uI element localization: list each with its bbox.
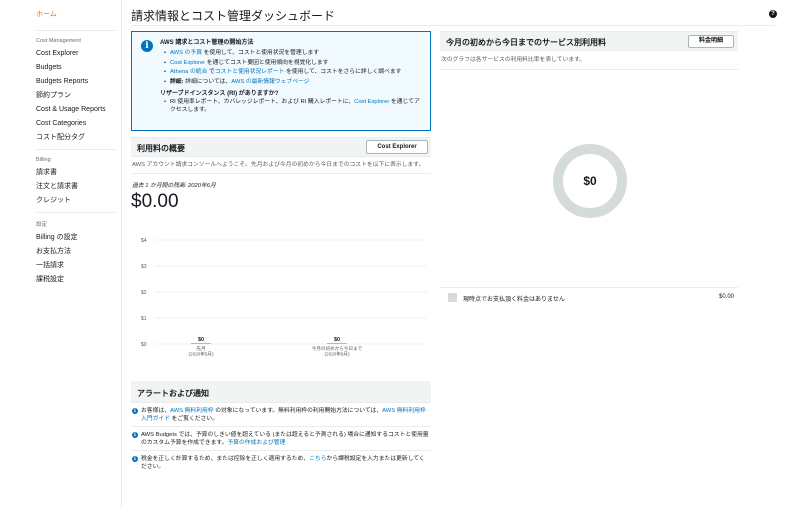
sidebar-item-credits[interactable]: クレジット [0, 194, 121, 208]
legend-swatch [448, 293, 457, 302]
getting-started-info-box: i AWS 請求とコスト管理の開始方法 AWS の予算 を使用して、コストと使用… [131, 31, 431, 131]
ri-heading: リザーブドインスタンス (RI) がありますか? [160, 91, 279, 97]
y-tick-label: $2 [141, 290, 147, 296]
month-balance-amount: $0.00 [131, 191, 179, 212]
service-chart-description: 次のグラフは各サービスの利用料比率を表しています。 [441, 57, 586, 63]
alert-text: の対象になっています。無料利用枠の利用開始方法については、 [213, 408, 383, 414]
legend-label: 現時点でお支払頂く料金はありません [463, 297, 565, 303]
panel-title: アラートおよび通知 [137, 389, 209, 398]
cost-explorer-button[interactable]: Cost Explorer [366, 140, 428, 154]
x-tick-label: (2020年5月) [188, 351, 213, 358]
sidebar-item-tax-settings[interactable]: 課税設定 [0, 273, 121, 287]
cost-usage-report-link[interactable]: コストと使用状況レポート [215, 69, 285, 75]
divider [131, 173, 431, 174]
divider [131, 25, 775, 26]
panel-header: アラートおよび通知 [131, 381, 431, 403]
service-donut-chart: $0 [553, 144, 627, 218]
sidebar-item-consolidated-billing[interactable]: 一括請求 [0, 259, 121, 273]
alert-text: 税金を正しく計算するため、または控除を正しく適用するため、 [141, 456, 310, 462]
alert-text: お客様は、 [141, 408, 170, 414]
sidebar-item-budgets-reports[interactable]: Budgets Reports [0, 75, 121, 89]
list-item-text: を通じてコスト要因と使用傾向を視覚化します [205, 59, 329, 66]
y-tick-label: $3 [141, 264, 147, 270]
list-item-text: を使用して、コストと使用状況を管理します [202, 50, 320, 56]
details-label: 詳細: [170, 78, 184, 85]
info-icon: i [132, 456, 138, 462]
sidebar-item-cost-allocation-tags[interactable]: コスト配分タグ [0, 131, 121, 145]
alerts-panel: アラートおよび通知 i お客様は、AWS 無料利用枠 の対象になっています。無料… [131, 381, 431, 474]
donut-center-value: $0 [583, 174, 597, 188]
whats-new-link[interactable]: AWS の最新情報ウェブページ [231, 79, 309, 85]
alert-item: i 税金を正しく計算するため、または控除を正しく適用するため、こちらから課税設定… [131, 451, 431, 474]
bar-value-label: $0 [334, 337, 340, 343]
alert-text: をご覧ください。 [170, 416, 218, 422]
divider [36, 212, 116, 213]
aws-budgets-link[interactable]: AWS の予算 [170, 50, 202, 56]
alert-item: i お客様は、AWS 無料利用枠 の対象になっています。無料利用枠の利用開始方法… [131, 403, 431, 427]
legend-value: $0.00 [718, 294, 734, 300]
bill-details-button[interactable]: 料金明細 [688, 35, 734, 48]
ri-cost-explorer-link[interactable]: Cost Explorer [354, 99, 389, 105]
list-item: 詳細: 詳細については、AWS の最新情報ウェブページ [164, 78, 422, 88]
sidebar-item-orders-invoices[interactable]: 注文と請求書 [0, 180, 121, 194]
y-tick-label: $1 [141, 316, 147, 322]
bar-value-label: $0 [198, 337, 204, 343]
sidebar-section-cost-management: Cost Management [36, 38, 81, 44]
sidebar-item-billing-preferences[interactable]: Billing の設定 [0, 231, 121, 245]
main-content: 請求情報とコスト管理ダッシュボード ? i AWS 請求とコスト管理の開始方法 … [122, 0, 800, 508]
sidebar-item-cost-categories[interactable]: Cost Categories [0, 117, 121, 131]
panel-title: 利用料の概要 [137, 144, 185, 153]
list-item: Cost Explorer を通じてコスト要因と使用傾向を視覚化します [164, 59, 422, 69]
y-tick-label: $0 [141, 342, 147, 348]
info-icon: i [132, 408, 138, 414]
sidebar-item-home[interactable]: ホーム [0, 6, 121, 26]
sidebar-item-budgets[interactable]: Budgets [0, 61, 121, 75]
sidebar-section-settings: 設定 [36, 222, 48, 228]
sidebar-item-savings-plans[interactable]: 節約プラン [0, 89, 121, 103]
page-title: 請求情報とコスト管理ダッシュボード [131, 9, 336, 23]
x-tick-label: (2020年6月) [324, 351, 349, 358]
list-item-text: 詳細については、 [183, 78, 232, 85]
sidebar-section-billing: Billing [36, 157, 51, 163]
bar [191, 343, 211, 344]
alert-item: i AWS Budgets では、予算のしきい値を超えている (または超えると予… [131, 427, 431, 451]
y-tick-label: $4 [141, 238, 147, 244]
info-heading: AWS 請求とコスト管理の開始方法 [160, 40, 254, 46]
sidebar-item-cost-usage-reports[interactable]: Cost & Usage Reports [0, 103, 121, 117]
sidebar-item-payment-methods[interactable]: お支払方法 [0, 245, 121, 259]
athena-integration-link[interactable]: Athena の統合 [170, 69, 207, 75]
list-item: AWS の予算 を使用して、コストと使用状況を管理します [164, 49, 422, 59]
panel-header: 利用料の概要 Cost Explorer [131, 138, 431, 157]
tax-settings-link[interactable]: こちら [309, 456, 326, 462]
service-legend-row: 現時点でお支払頂く料金はありません $0.00 [440, 287, 738, 305]
usage-description: AWS アカウント請求コンソールへようこそ。先月および今月の初めから今日までのコ… [132, 162, 425, 168]
list-item-text: で [207, 69, 215, 75]
free-tier-link[interactable]: AWS 無料利用枠 [170, 408, 214, 414]
divider [36, 30, 116, 31]
help-icon[interactable]: ? [769, 10, 777, 18]
ri-list: RI 使用率レポート、カバレッジレポート、および RI 購入レポートに、Cost… [164, 99, 422, 114]
sidebar-item-bills[interactable]: 請求書 [0, 166, 121, 180]
list-item-text: RI 使用率レポート、カバレッジレポート、および RI 購入レポートに、 [170, 99, 355, 105]
panel-header: 今月の初めから今日までのサービス別利用料 料金明細 [440, 31, 738, 51]
panel-title: 今月の初めから今日までのサービス別利用料 [446, 38, 606, 47]
sidebar-item-cost-explorer[interactable]: Cost Explorer [0, 47, 121, 61]
cost-explorer-link[interactable]: Cost Explorer [170, 60, 205, 66]
usage-bar-chart: $4$3$2$1$0$0先月(2020年5月)$0今月の初めから今日まで(202… [141, 238, 427, 358]
list-item: RI 使用率レポート、カバレッジレポート、および RI 購入レポートに、Cost… [164, 99, 422, 114]
info-list: AWS の予算 を使用して、コストと使用状況を管理します Cost Explor… [164, 49, 422, 87]
divider [440, 69, 738, 70]
info-icon: i [132, 432, 138, 438]
month-balance-label: 過去 1 か月間の残高: 2020年6月 [132, 183, 216, 189]
list-item-text: を使用して、コストをさらに詳しく調べます [284, 69, 402, 75]
sidebar: ホーム Cost Management Cost Explorer Budget… [0, 0, 122, 508]
divider [36, 149, 116, 150]
usage-summary-panel: 利用料の概要 Cost Explorer AWS アカウント請求コンソールへよう… [131, 137, 431, 373]
bar [327, 343, 347, 344]
manage-budgets-link[interactable]: 予算の作成および管理 [227, 440, 285, 446]
list-item: Athena の統合 でコストと使用状況レポート を使用して、コストをさらに詳し… [164, 68, 422, 78]
service-charges-panel: 今月の初めから今日までのサービス別利用料 料金明細 次のグラフは各サービスの利用… [440, 31, 738, 308]
info-icon: i [141, 40, 153, 52]
